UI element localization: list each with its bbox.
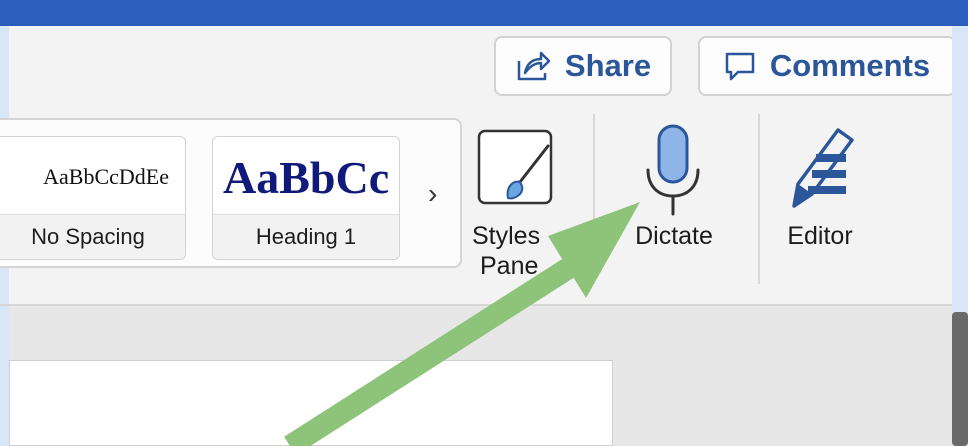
share-icon <box>515 49 551 83</box>
style-heading-1[interactable]: AaBbCc Heading 1 <box>212 136 400 260</box>
editor-pen-icon <box>786 124 856 215</box>
ribbon-divider <box>758 114 760 284</box>
editor-label: Editor <box>787 222 853 250</box>
dictate-button[interactable]: Dictate <box>610 118 738 278</box>
comments-label: Comments <box>769 48 931 83</box>
style-name-label: Heading 1 <box>213 214 399 259</box>
microphone-icon <box>640 124 706 225</box>
ribbon-divider <box>593 114 595 284</box>
vertical-scrollbar[interactable] <box>952 312 968 446</box>
share-button[interactable]: Share <box>494 36 672 96</box>
styles-pane-label-line2: Pane <box>480 252 539 280</box>
share-label: Share <box>564 48 652 83</box>
comment-icon <box>724 50 756 82</box>
style-name-label: No Spacing <box>0 214 185 259</box>
style-sample-text: AaBbCcDdEe <box>43 164 169 189</box>
chevron-right-icon[interactable]: › <box>428 178 437 210</box>
style-sample-text: AaBbCc <box>223 151 390 203</box>
document-page[interactable] <box>9 360 613 446</box>
title-bar <box>0 0 968 26</box>
style-no-spacing[interactable]: AaBbCcDdEe No Spacing <box>0 136 186 260</box>
styles-pane-label-line1: Styles <box>472 222 541 250</box>
comments-button[interactable]: Comments <box>698 36 956 96</box>
styles-pane-icon <box>476 128 566 219</box>
styles-pane-button[interactable]: Styles Pane <box>462 118 580 296</box>
dictate-label: Dictate <box>635 222 713 250</box>
editor-button[interactable]: Editor <box>768 118 872 278</box>
